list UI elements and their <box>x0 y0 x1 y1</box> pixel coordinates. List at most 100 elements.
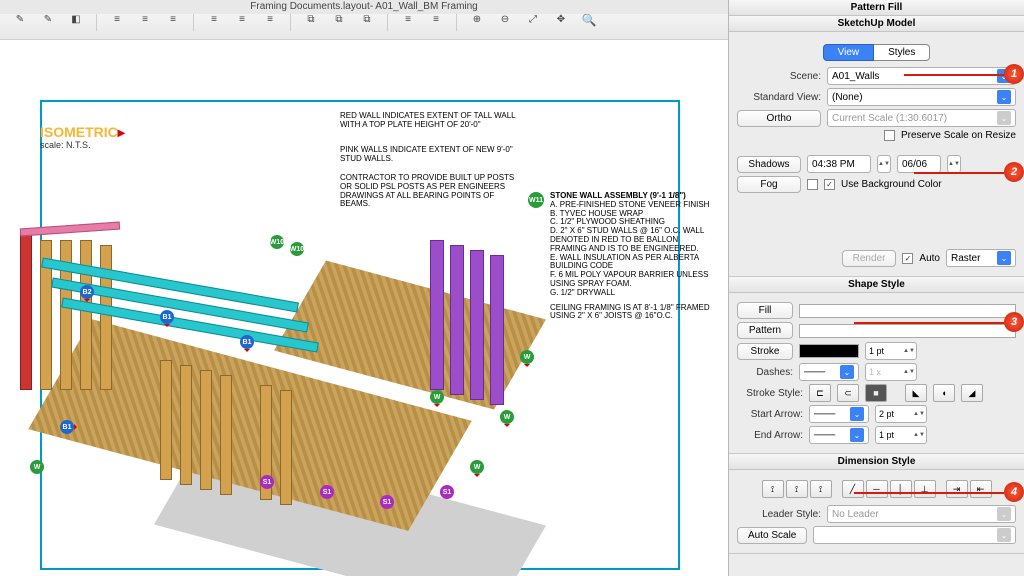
marker-w10: W10 <box>290 242 304 256</box>
leader-style-label: Leader Style: <box>737 509 821 520</box>
stroke-width-stepper[interactable]: 1 pt▲▼ <box>865 342 917 360</box>
annotation-1: 1 <box>1004 64 1024 84</box>
dimension-style-title: Dimension Style <box>729 454 1024 470</box>
stroke-cap-round-icon[interactable]: ⊂ <box>837 384 859 402</box>
annotation-line <box>904 74 1004 76</box>
note-stone-assembly: STONE WALL ASSEMBLY (9'-1 1/8") A. PRE-F… <box>550 192 710 321</box>
dash-scale-stepper[interactable]: 1 x▲▼ <box>865 363 917 381</box>
annotation-line <box>854 492 1004 494</box>
note-line: D. 2" X 6" STUD WALLS @ 16" O.C. WALL DE… <box>550 227 710 253</box>
render-button[interactable]: Render <box>842 250 897 267</box>
dim-vertical-icon[interactable]: │ <box>890 480 912 498</box>
dim-offset-icon[interactable]: ⇥ <box>946 480 968 498</box>
shape-style-title: Shape Style <box>729 277 1024 293</box>
note-line: E. WALL INSULATION AS PER ALBERTA BUILDI… <box>550 254 710 272</box>
end-arrow-label: End Arrow: <box>737 430 803 441</box>
fill-button[interactable]: Fill <box>737 302 793 319</box>
start-arrow-select[interactable]: ───⌄ <box>809 405 869 423</box>
start-arrow-size-stepper[interactable]: 2 pt▲▼ <box>875 405 927 423</box>
dim-scale-select[interactable]: ⌄ <box>813 526 1016 544</box>
sketchup-model-title: SketchUp Model <box>729 16 1024 32</box>
use-bg-label: Use Background Color <box>841 179 942 190</box>
stroke-cap-square-icon[interactable]: ■ <box>865 384 887 402</box>
note-line: F. 6 MIL POLY VAPOUR BARRIER UNLESS USIN… <box>550 271 710 289</box>
standard-view-label: Standard View: <box>737 92 821 103</box>
dim-gap-icon[interactable]: ⇤ <box>970 480 992 498</box>
end-arrow-select[interactable]: ───⌄ <box>809 426 869 444</box>
tab-view[interactable]: View <box>823 44 875 61</box>
marker-w10: W10 <box>270 235 284 249</box>
ortho-button[interactable]: Ortho <box>737 110 821 127</box>
sketchup-model-section: View Styles Scene: A01_Walls⌄ Standard V… <box>729 32 1024 277</box>
annotation-4: 4 <box>1004 482 1024 502</box>
date-stepper[interactable]: ▲▼ <box>947 155 961 173</box>
annotation-line <box>914 172 1004 174</box>
start-arrow-label: Start Arrow: <box>737 409 803 420</box>
pattern-fill-title: Pattern Fill <box>729 0 1024 16</box>
stroke-style-label: Stroke Style: <box>737 388 803 399</box>
stroke-join-bevel-icon[interactable]: ◢ <box>961 384 983 402</box>
auto-render-checkbox[interactable]: ✓ <box>902 253 913 264</box>
preserve-scale-label: Preserve Scale on Resize <box>901 130 1016 141</box>
dim-perp-icon[interactable]: ⊥ <box>914 480 936 498</box>
scene-select[interactable]: A01_Walls⌄ <box>827 67 1016 85</box>
pattern-button[interactable]: Pattern <box>737 322 793 339</box>
note-line: G. 1/2" DRYWALL <box>550 289 710 298</box>
framing-model: B2 B1 B1 B1 W10 W10 W W W W W S1 S1 S1 S… <box>0 160 560 576</box>
marker-b1: B1 <box>240 335 254 349</box>
dim-horizontal-icon[interactable]: ─ <box>866 480 888 498</box>
annotation-2: 2 <box>1004 162 1024 182</box>
stroke-join-round-icon[interactable]: ◖ <box>933 384 955 402</box>
shape-style-section: Fill Pattern Stroke 1 pt▲▼ Dashes: ───⌄ … <box>729 293 1024 454</box>
annotation-3: 3 <box>1004 312 1024 332</box>
auto-scale-button[interactable]: Auto Scale <box>737 527 807 544</box>
marker-s1: S1 <box>260 475 274 489</box>
marker-w: W <box>470 460 484 474</box>
dim-text-above-icon[interactable]: ⟟ <box>762 480 784 498</box>
marker-s1: S1 <box>440 485 454 499</box>
scale-select[interactable]: Current Scale (1:30.6017)⌄ <box>827 109 1016 127</box>
marker-w: W <box>30 460 44 474</box>
standard-view-select[interactable]: (None)⌄ <box>827 88 1016 106</box>
marker-w: W <box>430 390 444 404</box>
leader-style-select[interactable]: No Leader⌄ <box>827 505 1016 523</box>
render-mode-select[interactable]: Raster⌄ <box>946 249 1016 267</box>
marker-b2: B2 <box>80 285 94 299</box>
stroke-swatch[interactable] <box>799 344 859 358</box>
tab-styles[interactable]: Styles <box>874 44 930 61</box>
window-title: Framing Documents.layout- A01_Wall_BM Fr… <box>0 0 728 14</box>
note-red-wall: RED WALL INDICATES EXTENT OF TALL WALL W… <box>340 112 520 130</box>
isometric-label: ISOMETRIC▸ <box>40 124 125 141</box>
stroke-cap-flat-icon[interactable]: ⊏ <box>809 384 831 402</box>
shadow-date-field[interactable]: 06/06 <box>897 155 941 173</box>
dim-align-icon[interactable]: ╱ <box>842 480 864 498</box>
marker-b1: B1 <box>160 310 174 324</box>
fog-color-swatch[interactable] <box>807 179 818 190</box>
dashes-select[interactable]: ───⌄ <box>799 363 859 381</box>
drawing-canvas[interactable]: ISOMETRIC▸ scale: N.T.S. RED WALL INDICA… <box>0 40 728 576</box>
time-stepper[interactable]: ▲▼ <box>877 155 891 173</box>
stroke-join-miter-icon[interactable]: ◣ <box>905 384 927 402</box>
use-bg-checkbox[interactable]: ✓ <box>824 179 835 190</box>
shadows-button[interactable]: Shadows <box>737 156 801 173</box>
marker-s1: S1 <box>380 495 394 509</box>
scale-label: scale: N.T.S. <box>40 140 91 150</box>
end-arrow-size-stepper[interactable]: 1 pt▲▼ <box>875 426 927 444</box>
annotation-line <box>854 322 1004 324</box>
pattern-swatch[interactable] <box>799 324 1016 338</box>
fill-swatch[interactable] <box>799 304 1016 318</box>
dim-text-center-icon[interactable]: ⟟ <box>786 480 808 498</box>
preserve-scale-checkbox[interactable] <box>884 130 895 141</box>
scene-label: Scene: <box>737 71 821 82</box>
note-line: CEILING FRAMING IS AT 8'-1 1/8" FRAMED U… <box>550 304 710 322</box>
inspector-panel: Pattern Fill SketchUp Model View Styles … <box>728 0 1024 576</box>
auto-render-label: Auto <box>919 253 940 264</box>
view-styles-tabs: View Styles <box>737 44 1016 61</box>
dashes-label: Dashes: <box>737 367 793 378</box>
marker-w: W <box>520 350 534 364</box>
marker-b1: B1 <box>60 420 74 434</box>
dim-text-below-icon[interactable]: ⟟ <box>810 480 832 498</box>
stroke-button[interactable]: Stroke <box>737 343 793 360</box>
shadow-time-field[interactable]: 04:38 PM <box>807 155 871 173</box>
fog-button[interactable]: Fog <box>737 176 801 193</box>
